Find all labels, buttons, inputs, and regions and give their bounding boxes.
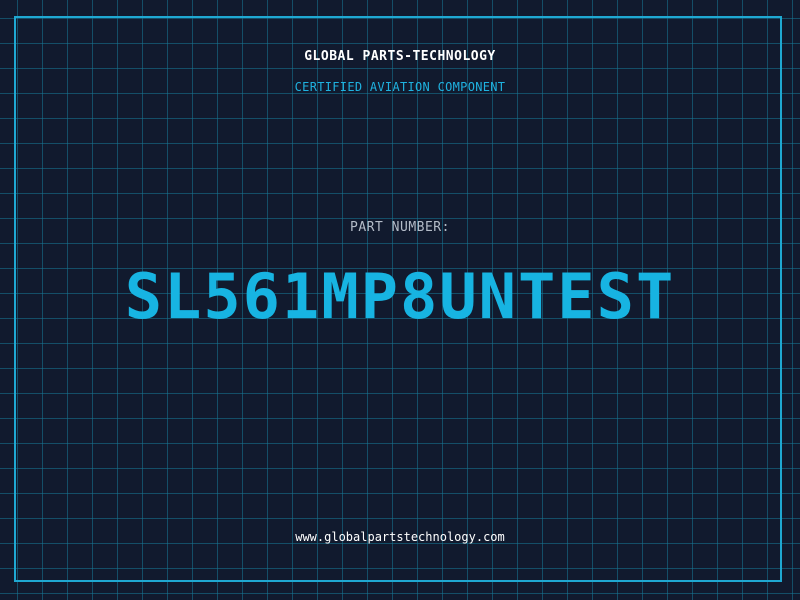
part-number-label: PART NUMBER: (350, 220, 450, 235)
brand-title: GLOBAL PARTS-TECHNOLOGY (304, 49, 496, 64)
website-url: www.globalpartstechnology.com (295, 530, 505, 544)
certification-subtitle: CERTIFIED AVIATION COMPONENT (294, 80, 506, 94)
part-number-value: SL561MP8UNTEST (124, 260, 676, 333)
